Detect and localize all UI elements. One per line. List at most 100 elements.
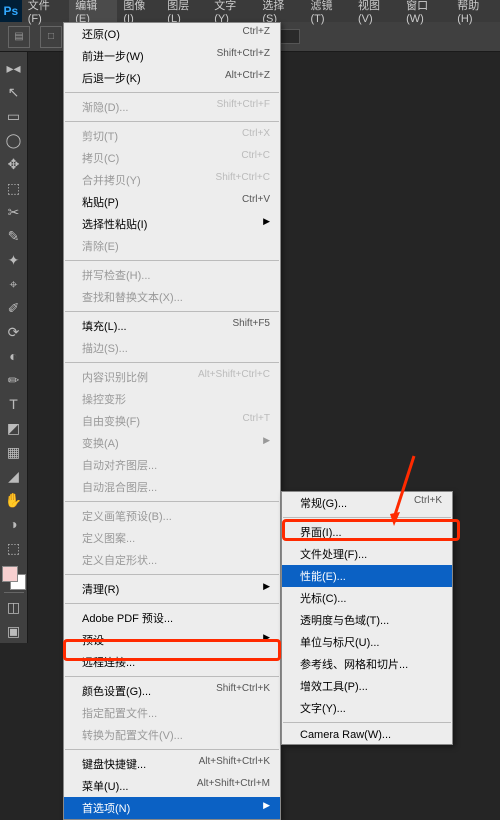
- menubar-item-6[interactable]: 滤镜(T): [304, 0, 352, 25]
- tool-0[interactable]: ↖: [2, 80, 26, 104]
- menu-label: 粘贴(P): [82, 194, 222, 210]
- menu-label: 首选项(N): [82, 800, 251, 816]
- menu-label: 清除(E): [82, 238, 270, 254]
- opt-icon-2[interactable]: □: [40, 26, 62, 48]
- pref-item-8[interactable]: 参考线、网格和切片...: [282, 653, 452, 675]
- tool-14[interactable]: ◩: [2, 416, 26, 440]
- pref-item-12[interactable]: Camera Raw(W)...: [282, 726, 452, 744]
- pref-item-2[interactable]: 界面(I)...: [282, 521, 452, 543]
- edit-item-24: 自动混合图层...: [64, 476, 280, 498]
- edit-item-30[interactable]: 清理(R)▶: [64, 578, 280, 600]
- menu-label: 拼写检查(H)...: [82, 267, 270, 283]
- menu-label: 渐隐(D)...: [82, 99, 197, 115]
- menu-label: 指定配置文件...: [82, 705, 270, 721]
- edit-item-1[interactable]: 前进一步(W) Shift+Ctrl+Z: [64, 45, 280, 67]
- pref-item-3[interactable]: 文件处理(F)...: [282, 543, 452, 565]
- menu-shortcut: Alt+Shift+Ctrl+C: [198, 369, 270, 385]
- edit-item-19: 内容识别比例Alt+Shift+Ctrl+C: [64, 366, 280, 388]
- pref-item-4[interactable]: 性能(E)...: [282, 565, 452, 587]
- menu-label: 定义自定形状...: [82, 552, 270, 568]
- edit-item-42[interactable]: 首选项(N)▶: [64, 797, 280, 819]
- tool-6[interactable]: ✎: [2, 224, 26, 248]
- tool-4[interactable]: ⬚: [2, 176, 26, 200]
- menu-label: 文字(Y)...: [300, 700, 442, 716]
- tool-13[interactable]: T: [2, 392, 26, 416]
- pref-item-5[interactable]: 光标(C)...: [282, 587, 452, 609]
- menu-label: 前进一步(W): [82, 48, 197, 64]
- menu-label: 界面(I)...: [300, 524, 442, 540]
- menu-label: 查找和替换文本(X)...: [82, 289, 270, 305]
- menu-label: 合并拷贝(Y): [82, 172, 196, 188]
- pref-item-10[interactable]: 文字(Y)...: [282, 697, 452, 719]
- edit-item-16[interactable]: 填充(L)...Shift+F5: [64, 315, 280, 337]
- menu-label: 单位与标尺(U)...: [300, 634, 442, 650]
- tool-5[interactable]: ✂: [2, 200, 26, 224]
- edit-item-20: 操控变形: [64, 388, 280, 410]
- edit-item-33[interactable]: 预设▶: [64, 629, 280, 651]
- preferences-submenu: 常规(G)...Ctrl+K 界面(I)... 文件处理(F)...性能(E)...…: [281, 491, 453, 745]
- tool-19[interactable]: ⬚: [2, 536, 26, 560]
- edit-item-7: 拷贝(C) Ctrl+C: [64, 147, 280, 169]
- menu-shortcut: Shift+Ctrl+Z: [217, 48, 270, 64]
- menu-label: 自动混合图层...: [82, 479, 270, 495]
- menu-shortcut: Ctrl+K: [414, 495, 442, 511]
- tool-18[interactable]: ◑: [2, 512, 26, 536]
- menu-label: Adobe PDF 预设...: [82, 610, 270, 626]
- pref-item-7[interactable]: 单位与标尺(U)...: [282, 631, 452, 653]
- foreground-swatch[interactable]: [2, 566, 18, 582]
- edit-item-4: 渐隐(D)...Shift+Ctrl+F: [64, 96, 280, 118]
- edit-item-41[interactable]: 菜单(U)...Alt+Shift+Ctrl+M: [64, 775, 280, 797]
- edit-item-14: 查找和替换文本(X)...: [64, 286, 280, 308]
- menu-shortcut: Shift+F5: [232, 318, 270, 334]
- edit-item-26: 定义画笔预设(B)...: [64, 505, 280, 527]
- tool-7[interactable]: ✦: [2, 248, 26, 272]
- menu-label: 拷贝(C): [82, 150, 221, 166]
- tool-12[interactable]: ✏: [2, 368, 26, 392]
- tool-16[interactable]: ◢: [2, 464, 26, 488]
- tool-9[interactable]: ✐: [2, 296, 26, 320]
- pref-item-6[interactable]: 透明度与色域(T)...: [282, 609, 452, 631]
- menubar-item-7[interactable]: 视图(V): [352, 0, 400, 25]
- submenu-arrow-icon: ▶: [263, 216, 270, 232]
- edit-item-36[interactable]: 颜色设置(G)...Shift+Ctrl+K: [64, 680, 280, 702]
- edit-item-32[interactable]: Adobe PDF 预设...: [64, 607, 280, 629]
- tool-preset-icon[interactable]: ▤: [8, 26, 30, 48]
- tool-11[interactable]: ◐: [2, 344, 26, 368]
- edit-item-2[interactable]: 后退一步(K)Alt+Ctrl+Z: [64, 67, 280, 89]
- menu-shortcut: Shift+Ctrl+C: [216, 172, 270, 188]
- menu-label: 自动对齐图层...: [82, 457, 270, 473]
- edit-item-23: 自动对齐图层...: [64, 454, 280, 476]
- edit-item-10[interactable]: 选择性粘贴(I)▶: [64, 213, 280, 235]
- screen-mode[interactable]: ▣: [2, 619, 26, 643]
- edit-item-9[interactable]: 粘贴(P) Ctrl+V: [64, 191, 280, 213]
- tool-3[interactable]: ✥: [2, 152, 26, 176]
- menu-shortcut: Ctrl+X: [242, 128, 270, 144]
- pref-item-0[interactable]: 常规(G)...Ctrl+K: [282, 492, 452, 514]
- menu-label: 透明度与色域(T)...: [300, 612, 442, 628]
- quick-mask[interactable]: ◫: [2, 595, 26, 619]
- edit-item-8: 合并拷贝(Y) Shift+Ctrl+C: [64, 169, 280, 191]
- menu-label: 颜色设置(G)...: [82, 683, 196, 699]
- edit-item-28: 定义自定形状...: [64, 549, 280, 571]
- edit-item-22: 变换(A)▶: [64, 432, 280, 454]
- tool-15[interactable]: ▦: [2, 440, 26, 464]
- tool-2[interactable]: ◯: [2, 128, 26, 152]
- tool-17[interactable]: ✋: [2, 488, 26, 512]
- tool-8[interactable]: ⌖: [2, 272, 26, 296]
- ps-logo: Ps: [0, 0, 22, 22]
- tool-10[interactable]: ⟳: [2, 320, 26, 344]
- menubar-item-8[interactable]: 窗口(W): [400, 0, 451, 25]
- menubar-item-9[interactable]: 帮助(H): [451, 0, 500, 25]
- menu-shortcut: Ctrl+C: [241, 150, 270, 166]
- pref-item-9[interactable]: 增效工具(P)...: [282, 675, 452, 697]
- edit-item-0[interactable]: 还原(O)Ctrl+Z: [64, 23, 280, 45]
- menu-shortcut: Ctrl+V: [242, 194, 270, 210]
- color-swatches[interactable]: [2, 566, 26, 590]
- tool-1[interactable]: ▭: [2, 104, 26, 128]
- menu-shortcut: Alt+Ctrl+Z: [225, 70, 270, 86]
- edit-item-38: 转换为配置文件(V)...: [64, 724, 280, 746]
- menu-label: 增效工具(P)...: [300, 678, 442, 694]
- edit-item-40[interactable]: 键盘快捷键...Alt+Shift+Ctrl+K: [64, 753, 280, 775]
- edit-item-34[interactable]: 远程连接...: [64, 651, 280, 673]
- tool-grip[interactable]: ▸◂: [2, 56, 26, 80]
